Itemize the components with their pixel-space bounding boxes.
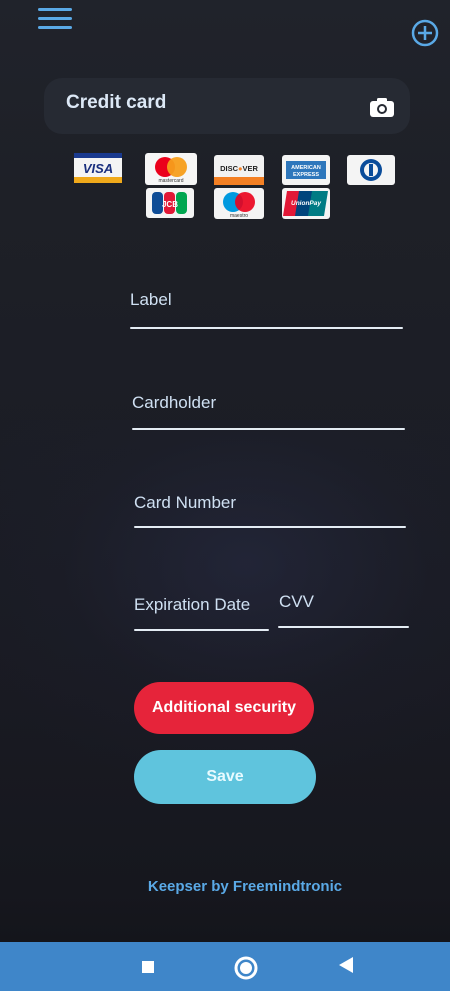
card-type-title: Credit card <box>66 92 167 113</box>
camera-icon[interactable] <box>369 96 395 118</box>
triangle-back-icon[interactable] <box>337 955 355 975</box>
additional-security-button[interactable]: Additional security <box>134 682 314 734</box>
svg-text:DISC●VER: DISC●VER <box>220 164 258 173</box>
expiration-date-field-underline <box>134 629 269 631</box>
app-screen: Credit card VISA mastercard DISC●VER AME… <box>0 0 450 991</box>
system-navigation-bar <box>0 942 450 991</box>
jcb-logo[interactable]: JCB <box>146 188 194 218</box>
svg-text:VISA: VISA <box>83 161 113 176</box>
cvv-field[interactable]: CVV <box>279 592 314 612</box>
circle-icon[interactable] <box>233 955 259 981</box>
svg-text:mastercard: mastercard <box>158 178 183 184</box>
discover-logo[interactable]: DISC●VER <box>214 155 264 185</box>
maestro-logo[interactable]: maestro <box>214 188 264 219</box>
card-number-field-underline <box>134 526 406 528</box>
save-button[interactable]: Save <box>134 750 316 804</box>
expiration-date-field[interactable]: Expiration Date <box>134 595 250 615</box>
svg-text:AMERICAN: AMERICAN <box>291 165 321 171</box>
unionpay-logo[interactable]: UnionPay <box>282 188 330 219</box>
add-circle-icon[interactable] <box>410 18 440 48</box>
diners-club-logo[interactable] <box>347 155 395 185</box>
mastercard-logo[interactable]: mastercard <box>145 153 197 185</box>
card-number-field[interactable]: Card Number <box>134 493 236 513</box>
visa-logo[interactable]: VISA <box>74 153 122 183</box>
menu-icon[interactable] <box>38 8 72 30</box>
label-field-underline <box>130 327 403 329</box>
footer-brand-text: Keepser by Freemindtronic <box>147 878 343 895</box>
svg-text:UnionPay: UnionPay <box>291 200 321 207</box>
cvv-field-underline <box>278 626 409 628</box>
cardholder-field[interactable]: Cardholder <box>132 393 216 413</box>
svg-text:maestro: maestro <box>230 213 248 219</box>
label-field[interactable]: Label <box>130 290 172 310</box>
square-icon[interactable] <box>141 960 155 974</box>
american-express-logo[interactable]: AMERICAN EXPRESS <box>282 155 330 185</box>
svg-text:EXPRESS: EXPRESS <box>293 172 319 178</box>
cardholder-field-underline <box>132 428 405 430</box>
svg-text:JCB: JCB <box>162 200 178 209</box>
